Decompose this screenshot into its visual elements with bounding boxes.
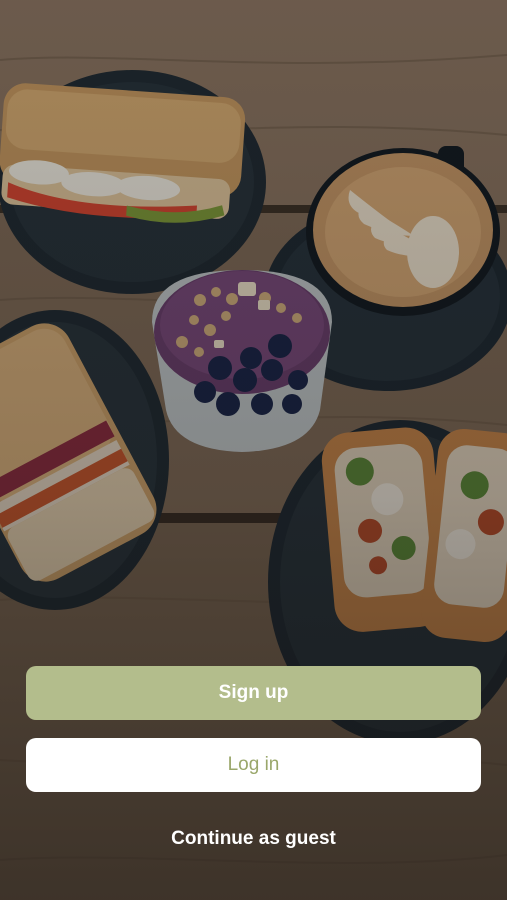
auth-actions: Sign up Log in Continue as guest — [26, 666, 481, 850]
continue-as-guest-link[interactable]: Continue as guest — [26, 828, 481, 850]
log-in-button[interactable]: Log in — [26, 738, 481, 792]
welcome-screen: Sign up Log in Continue as guest — [0, 0, 507, 900]
sign-up-button[interactable]: Sign up — [26, 666, 481, 720]
